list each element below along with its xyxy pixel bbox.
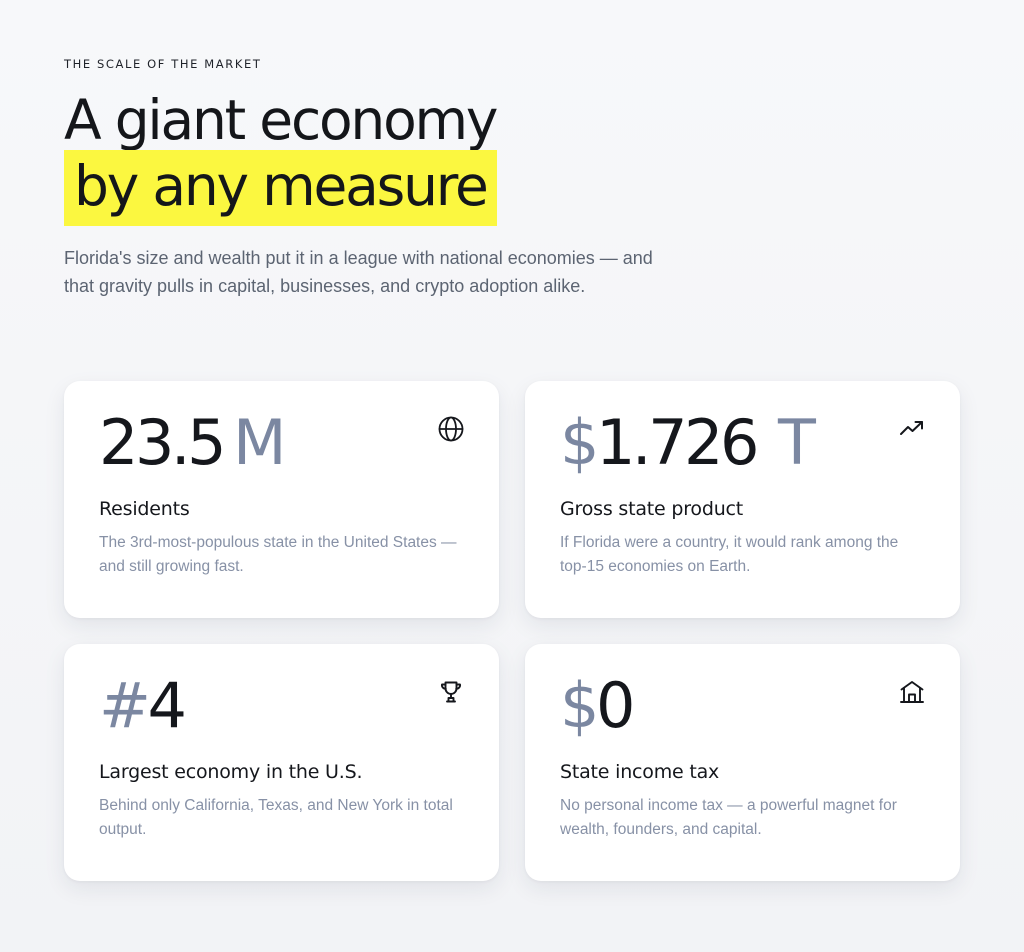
headline-line-1: A giant economy: [64, 88, 498, 152]
globe-icon: [437, 415, 465, 443]
stat-description: Behind only California, Texas, and New Y…: [99, 797, 453, 838]
stat-suffix: M: [233, 406, 287, 479]
trophy-icon: [437, 678, 465, 706]
trending-up-icon: [898, 415, 926, 443]
subtitle: Florida's size and wealth put it in a le…: [64, 248, 653, 296]
house-icon: [898, 678, 926, 706]
stat-value: $1.726 T: [560, 403, 816, 483]
stat-title: Residents: [99, 498, 190, 520]
eyebrow-label: THE SCALE OF THE MARKET: [64, 57, 262, 71]
stat-description: No personal income tax — a powerful magn…: [560, 797, 897, 838]
stat-value: 23.5 M: [99, 403, 287, 483]
stat-suffix: T: [777, 406, 816, 479]
stat-card-largest-economy: #4 Largest economy in the U.S. Behind on…: [64, 644, 499, 881]
headline: A giant economy by any measure: [64, 88, 498, 226]
stat-prefix: #: [99, 669, 151, 742]
stat-value: #4: [99, 666, 187, 746]
stat-title: Gross state product: [560, 498, 744, 520]
stat-number: 23.5: [99, 406, 227, 479]
stat-number: 1.726: [595, 406, 760, 479]
stat-card-residents: 23.5 M Residents The 3rd-most-populous st…: [64, 381, 499, 618]
stat-description: The 3rd-most-populous state in the Unite…: [99, 534, 457, 575]
stat-title: State income tax: [560, 761, 720, 783]
stat-number: 4: [147, 669, 186, 742]
stat-title: Largest economy in the U.S.: [99, 761, 363, 783]
stat-card-gross-state-product: $1.726 T Gross state product If Florida w…: [525, 381, 960, 618]
stat-value: $0: [560, 666, 635, 746]
stat-description: If Florida were a country, it would rank…: [560, 534, 899, 575]
headline-highlight: by any measure: [64, 150, 497, 226]
stat-prefix: $: [560, 406, 599, 479]
stat-number: 0: [595, 669, 635, 742]
stat-prefix: $: [560, 669, 599, 742]
stat-card-state-income-tax: $0 State income tax No personal income t…: [525, 644, 960, 881]
